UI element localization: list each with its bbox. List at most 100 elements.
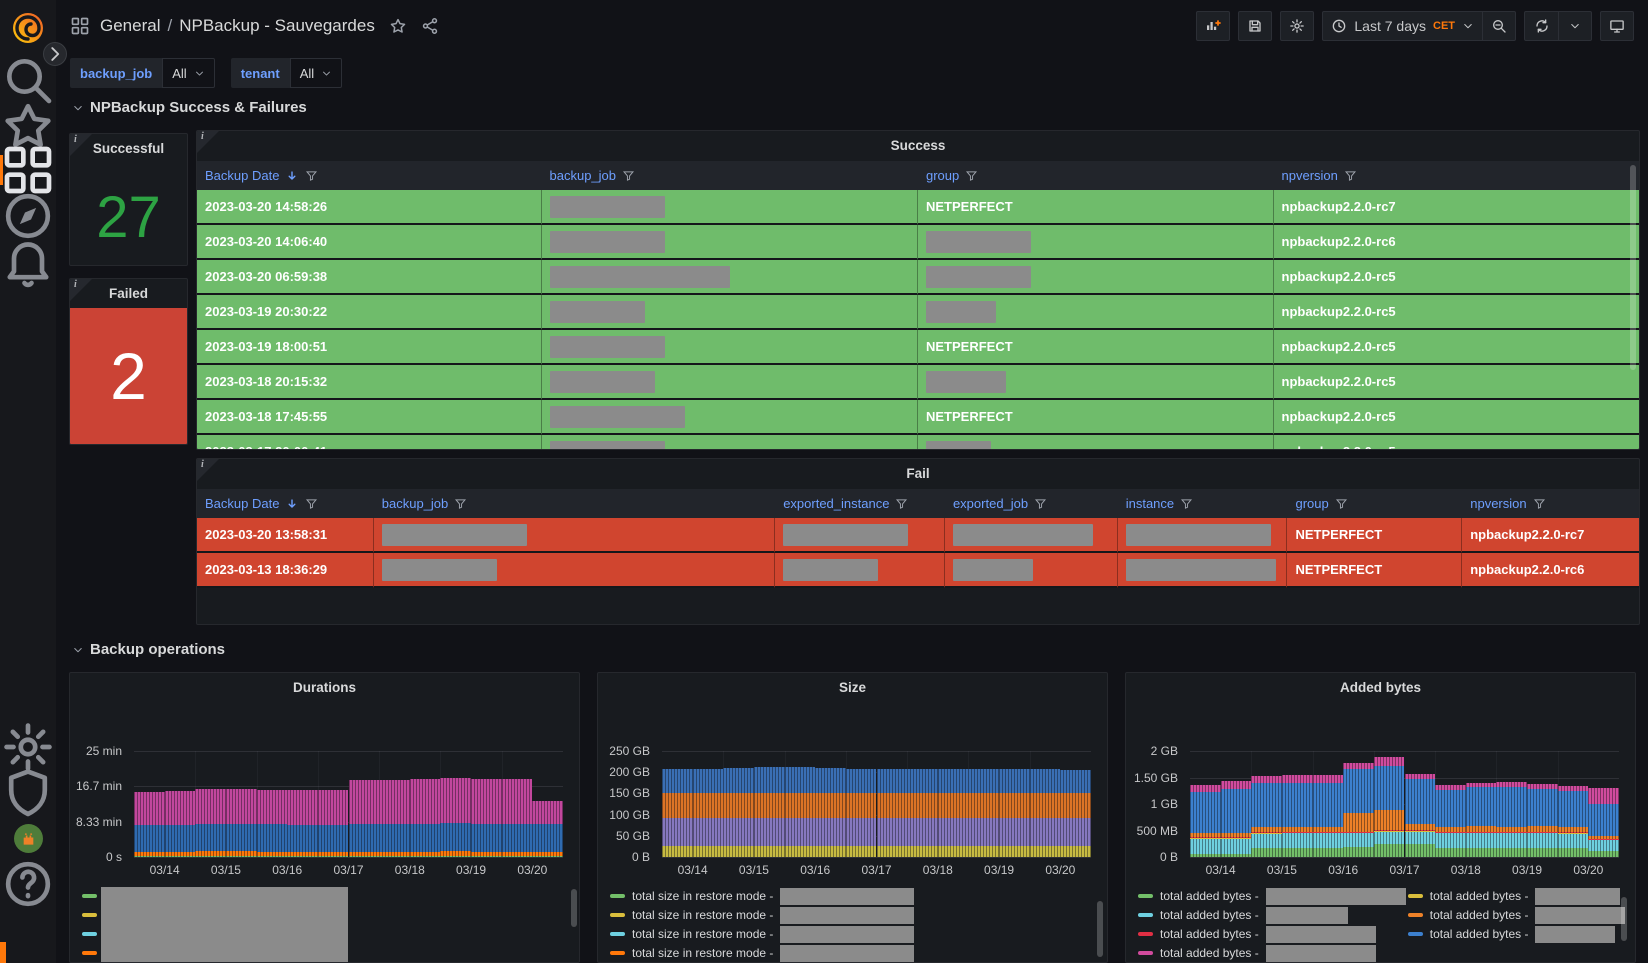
bar-segment — [410, 852, 441, 856]
filter-icon[interactable] — [1344, 169, 1357, 182]
bar-segment — [662, 846, 693, 857]
dashboard-settings-button[interactable] — [1280, 11, 1314, 41]
column-header-group[interactable]: group — [1287, 489, 1462, 518]
column-header-group[interactable]: group — [918, 161, 1274, 190]
legend-scrollbar[interactable] — [1621, 897, 1627, 941]
sidebar-expand-button[interactable] — [43, 42, 67, 66]
column-header-exported-instance[interactable]: exported_instance — [775, 489, 945, 518]
table-cell — [542, 400, 918, 435]
column-header-instance[interactable]: instance — [1118, 489, 1288, 518]
filter-icon[interactable] — [895, 497, 908, 510]
panel-info-corner[interactable]: i — [70, 279, 92, 301]
legend-item[interactable]: total added bytes - — [1408, 906, 1625, 924]
chevron-down-icon — [72, 102, 84, 114]
redacted-value — [550, 266, 730, 288]
bar-segment — [349, 824, 380, 852]
column-header-backup-job[interactable]: backup_job — [542, 161, 918, 190]
filter-icon[interactable] — [305, 169, 318, 182]
variable-label[interactable]: tenant — [231, 58, 290, 88]
column-header-backup-job[interactable]: backup_job — [374, 489, 775, 518]
legend-item[interactable]: total size in restore mode - — [610, 906, 1097, 924]
refresh-button[interactable] — [1524, 11, 1558, 41]
table-cell: 2023-03-19 18:00:51 — [197, 330, 542, 365]
bar-segment — [502, 856, 533, 857]
bar-segment — [846, 769, 877, 794]
time-range-picker[interactable]: Last 7 days CET — [1322, 11, 1482, 41]
table-cell — [945, 553, 1118, 588]
breadcrumb-section[interactable]: General — [100, 16, 160, 36]
panel-title[interactable]: Fail — [197, 459, 1639, 489]
sidebar-item-configuration[interactable] — [0, 727, 56, 767]
legend-item[interactable]: total added bytes - — [1138, 925, 1406, 943]
bar-segment — [1405, 774, 1436, 779]
filter-icon[interactable] — [1533, 497, 1546, 510]
filter-icon[interactable] — [1180, 497, 1193, 510]
panel-title[interactable]: Durations — [70, 673, 579, 703]
legend-scrollbar[interactable] — [571, 889, 577, 927]
column-header-npversion[interactable]: npversion — [1462, 489, 1639, 518]
panel-title[interactable]: Success — [197, 131, 1639, 161]
panel-info-corner[interactable]: i — [70, 134, 92, 156]
filter-icon[interactable] — [622, 169, 635, 182]
column-header-exported-job[interactable]: exported_job — [945, 489, 1118, 518]
x-axis: 03/1403/1503/1603/1703/1803/1903/20 — [662, 863, 1091, 879]
table-cell: npbackup2.2.0-rc5 — [1274, 295, 1640, 330]
legend-item[interactable]: total added bytes - — [1408, 925, 1625, 943]
variable-value-dropdown[interactable]: All — [162, 58, 214, 88]
legend-item[interactable]: total size in restore mode - — [610, 887, 1097, 905]
sidebar-item-starred[interactable] — [0, 106, 56, 146]
scrollbar[interactable] — [1630, 165, 1636, 370]
panel-info-corner[interactable]: i — [197, 459, 219, 481]
bar-segment — [440, 823, 471, 851]
row-header-backup-operations[interactable]: Backup operations — [72, 641, 225, 658]
sidebar-item-dashboards[interactable] — [0, 150, 56, 190]
sidebar-item-help[interactable] — [0, 864, 56, 904]
bar-segment — [1588, 836, 1619, 839]
bar-segment — [1282, 832, 1313, 833]
filter-icon[interactable] — [1335, 497, 1348, 510]
bar-segment — [723, 818, 754, 846]
row-header-success-failures[interactable]: NPBackup Success & Failures — [72, 99, 307, 116]
cycle-view-mode-button[interactable] — [1600, 11, 1634, 41]
sidebar-item-search[interactable] — [0, 60, 56, 100]
bar-segment — [1190, 837, 1221, 838]
refresh-interval-button[interactable] — [1558, 11, 1592, 41]
table-cell: NETPERFECT — [1287, 553, 1462, 588]
filter-icon[interactable] — [1034, 497, 1047, 510]
breadcrumb-title[interactable]: NPBackup - Sauvegardes — [179, 16, 375, 36]
filter-icon[interactable] — [305, 497, 318, 510]
legend-item[interactable]: total size in restore mode - — [610, 944, 1097, 962]
column-header-npversion[interactable]: npversion — [1274, 161, 1640, 190]
legend-scrollbar[interactable] — [1097, 901, 1103, 957]
save-dashboard-button[interactable] — [1238, 11, 1272, 41]
column-header-backup-date[interactable]: Backup Date — [197, 489, 374, 518]
filter-icon[interactable] — [965, 169, 978, 182]
zoom-out-button[interactable] — [1482, 11, 1516, 41]
y-tick-label: 2 GB — [1151, 744, 1178, 758]
panel-title[interactable]: Size — [598, 673, 1107, 703]
table-row: 2023-03-17 20:00:41npbackup2.2.0-rc5 — [197, 435, 1639, 450]
panel-info-corner[interactable]: i — [197, 131, 219, 153]
gridline — [134, 751, 563, 752]
legend-item[interactable]: total size in restore mode - — [610, 925, 1097, 943]
panel-title[interactable]: Added bytes — [1126, 673, 1635, 703]
variable-value-dropdown[interactable]: All — [290, 58, 342, 88]
add-panel-button[interactable] — [1196, 11, 1230, 41]
legend-item[interactable]: total added bytes - — [1138, 944, 1406, 962]
star-dashboard-icon[interactable] — [389, 17, 407, 35]
sidebar-item-explore[interactable] — [0, 196, 56, 236]
grafana-logo[interactable] — [9, 9, 47, 47]
sidebar-item-profile[interactable] — [0, 818, 56, 858]
legend-item[interactable]: total added bytes - — [1408, 887, 1625, 905]
table-cell: npbackup2.2.0-rc5 — [1274, 260, 1640, 295]
timezone-label: CET — [1433, 20, 1455, 32]
legend-item[interactable]: total added bytes - — [1138, 906, 1406, 924]
share-icon[interactable] — [421, 17, 439, 35]
sidebar-item-server-admin[interactable] — [0, 773, 56, 813]
sidebar-item-alerting[interactable] — [0, 242, 56, 282]
column-header-backup-date[interactable]: Backup Date — [197, 161, 542, 190]
legend-item[interactable]: total added bytes - — [1138, 887, 1406, 905]
bar-segment — [1030, 818, 1061, 846]
filter-icon[interactable] — [454, 497, 467, 510]
variable-label[interactable]: backup_job — [70, 58, 162, 88]
